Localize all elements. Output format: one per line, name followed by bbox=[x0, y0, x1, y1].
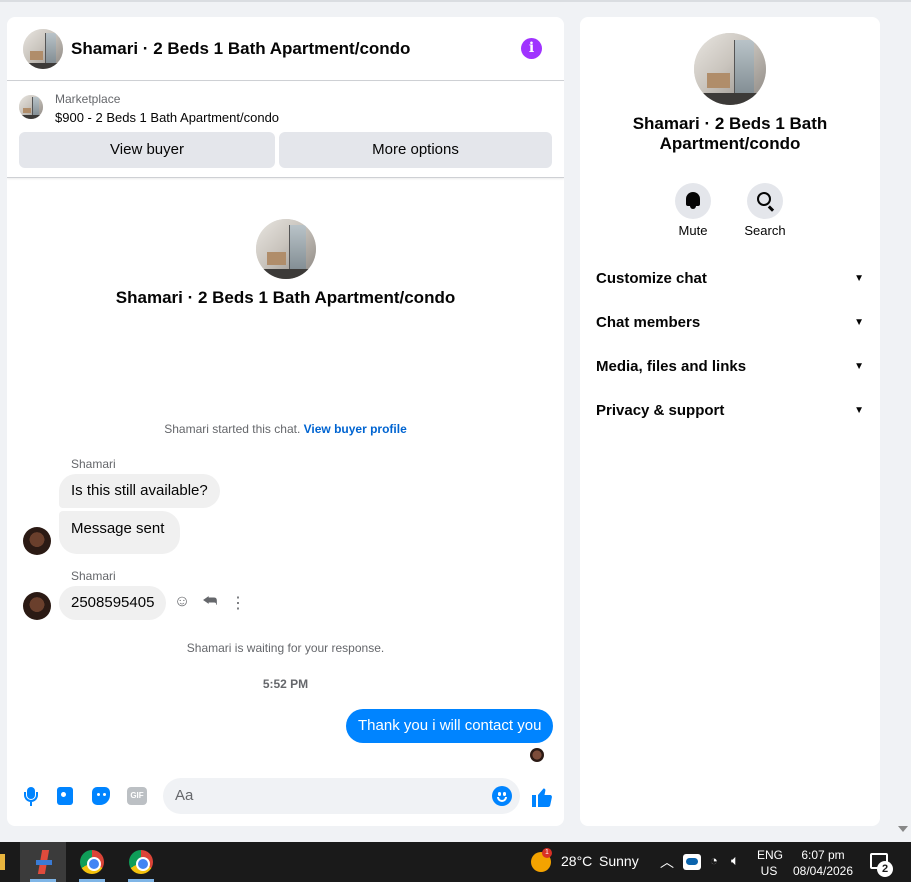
section-label: Media, files and links bbox=[596, 358, 747, 375]
chat-started-text: Shamari started this chat. bbox=[164, 422, 301, 436]
section-label: Customize chat bbox=[596, 270, 707, 287]
details-panel: Shamari · 2 Beds 1 Bath Apartment/condo … bbox=[580, 17, 880, 826]
section-chat-members[interactable]: Chat members ▼ bbox=[596, 309, 864, 337]
listing-banner: Marketplace $900 - 2 Beds 1 Bath Apartme… bbox=[7, 82, 564, 178]
keyboard-region: US bbox=[760, 864, 778, 878]
onedrive-icon[interactable] bbox=[683, 854, 701, 870]
marketplace-label: Marketplace bbox=[55, 92, 121, 106]
language-code: ENG bbox=[757, 848, 784, 862]
taskbar: 1 28°C Sunny ︿ ◔ 🔈︎ ENG US 6:07 pm 08/04… bbox=[0, 842, 911, 882]
info-icon[interactable]: i bbox=[521, 38, 542, 59]
wifi-icon[interactable]: ◔ bbox=[710, 853, 718, 868]
composer: GIF Aa bbox=[7, 772, 564, 822]
section-label: Chat members bbox=[596, 314, 701, 331]
message-bubble[interactable]: 2508595405 bbox=[59, 586, 167, 620]
chevron-down-icon: ▼ bbox=[854, 317, 864, 328]
chrome-icon bbox=[80, 850, 104, 874]
more-options-button[interactable]: More options bbox=[279, 132, 552, 168]
timestamp: 5:52 PM bbox=[262, 677, 309, 691]
message-bubble[interactable]: Message sent bbox=[59, 511, 181, 554]
intro-title: Shamari · 2 Beds 1 Bath Apartment/condo bbox=[115, 288, 456, 307]
chevron-down-icon: ▼ bbox=[854, 361, 864, 372]
chrome-icon bbox=[129, 850, 153, 874]
scroll-down-arrow[interactable] bbox=[898, 826, 908, 832]
my-message-bubble[interactable]: Thank you i will contact you bbox=[346, 709, 554, 743]
thumbs-up-icon[interactable] bbox=[530, 785, 554, 809]
bell-icon bbox=[686, 192, 700, 206]
notification-count: 2 bbox=[877, 861, 893, 877]
photo-icon[interactable] bbox=[56, 786, 76, 806]
chat-header: Shamari · 2 Beds 1 Bath Apartment/condo … bbox=[7, 17, 564, 81]
buyer-avatar[interactable] bbox=[23, 592, 51, 620]
intro-avatar bbox=[256, 219, 316, 279]
view-buyer-profile-link[interactable]: View buyer profile bbox=[304, 422, 407, 436]
clock[interactable]: 6:07 pm 08/04/2026 bbox=[790, 847, 856, 879]
react-icon[interactable]: ☺ bbox=[173, 593, 191, 613]
section-customize-chat[interactable]: Customize chat ▼ bbox=[596, 265, 864, 293]
taskbar-chrome[interactable] bbox=[118, 842, 164, 882]
clock-time: 6:07 pm bbox=[801, 848, 845, 862]
chevron-down-icon: ▼ bbox=[854, 273, 864, 284]
sticker-icon[interactable] bbox=[91, 786, 111, 806]
details-avatar[interactable] bbox=[694, 33, 766, 105]
mute-label: Mute bbox=[678, 223, 708, 238]
message-input[interactable]: Aa bbox=[163, 778, 520, 814]
top-border bbox=[0, 0, 911, 2]
details-title: Shamari · 2 Beds 1 Bath Apartment/condo bbox=[632, 114, 828, 153]
clock-date: 08/04/2026 bbox=[792, 864, 854, 878]
message-placeholder: Aa bbox=[175, 787, 194, 804]
view-buyer-button[interactable]: View buyer bbox=[19, 132, 275, 168]
listing-price[interactable]: $900 - 2 Beds 1 Bath Apartment/condo bbox=[55, 110, 279, 125]
volume-icon[interactable]: 🔈︎ bbox=[731, 852, 739, 869]
section-label: Privacy & support bbox=[596, 402, 725, 419]
weather-badge: 1 bbox=[542, 848, 552, 858]
buyer-avatar[interactable] bbox=[23, 527, 51, 555]
waiting-notice: Shamari is waiting for your response. bbox=[186, 641, 385, 655]
chevron-down-icon: ▼ bbox=[854, 405, 864, 416]
chat-started-notice: Shamari started this chat. View buyer pr… bbox=[7, 422, 564, 436]
chat-title[interactable]: Shamari · 2 Beds 1 Bath Apartment/condo bbox=[71, 39, 410, 59]
search-label: Search bbox=[744, 223, 786, 238]
listing-thumbnail[interactable] bbox=[19, 95, 43, 119]
microphone-icon[interactable] bbox=[21, 786, 41, 806]
sender-name: Shamari bbox=[71, 457, 116, 471]
taskbar-chrome-profile-h[interactable] bbox=[69, 842, 115, 882]
gif-icon[interactable]: GIF bbox=[127, 787, 147, 805]
mute-button[interactable] bbox=[675, 183, 711, 219]
sender-name: Shamari bbox=[71, 569, 116, 583]
seen-indicator-avatar bbox=[530, 748, 544, 762]
more-icon[interactable]: ⋮ bbox=[229, 593, 247, 613]
search-button[interactable] bbox=[747, 183, 783, 219]
taskbar-app-active[interactable] bbox=[20, 842, 66, 882]
file-explorer-icon[interactable] bbox=[0, 854, 5, 870]
search-icon bbox=[757, 192, 771, 206]
reply-icon[interactable]: ⮪ bbox=[201, 593, 219, 613]
temperature[interactable]: 28°C bbox=[561, 853, 592, 869]
weather-condition[interactable]: Sunny bbox=[599, 853, 639, 869]
chat-panel: Shamari · 2 Beds 1 Bath Apartment/condo … bbox=[7, 17, 564, 826]
language-indicator[interactable]: ENG US bbox=[757, 847, 784, 879]
emoji-icon[interactable] bbox=[492, 786, 512, 806]
listing-avatar[interactable] bbox=[23, 29, 63, 69]
app-icon bbox=[34, 850, 54, 874]
message-actions: ☺ ⮪ ⋮ bbox=[173, 593, 247, 613]
chevron-up-icon[interactable]: ︿ bbox=[660, 852, 674, 872]
section-privacy-support[interactable]: Privacy & support ▼ bbox=[596, 397, 864, 425]
message-bubble[interactable]: Is this still available? bbox=[59, 474, 220, 508]
section-media-files-links[interactable]: Media, files and links ▼ bbox=[596, 353, 864, 381]
